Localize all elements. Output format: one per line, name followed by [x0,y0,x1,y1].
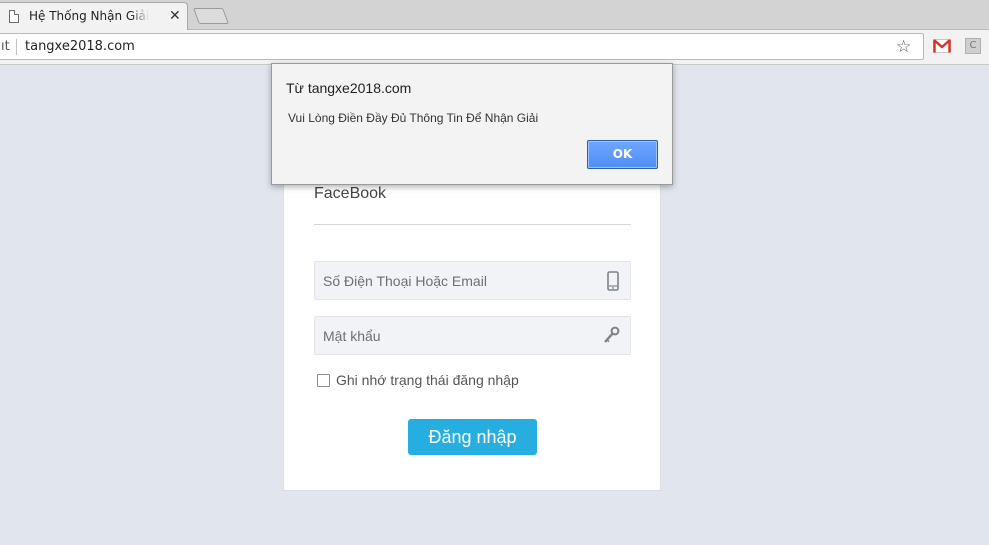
tab-title: Hệ Thống Nhận Giải Thưởng [29,9,149,23]
browser-toolbar: ıt tangxe2018.com ☆ C [0,30,989,65]
page-icon [9,10,19,23]
card-title: FaceBook [314,185,387,202]
mobile-phone-icon [607,271,619,291]
dialog-title: Từ tangxe2018.com [286,80,412,96]
tab-strip: Hệ Thống Nhận Giải Thưởng ✕ [0,0,989,30]
gmail-icon[interactable] [933,39,951,53]
address-prefix: ıt [1,39,10,54]
browser-tab[interactable]: Hệ Thống Nhận Giải Thưởng ✕ [0,2,188,30]
remember-checkbox[interactable] [317,373,330,387]
login-card: FaceBook Ghi nhớ trạng thái đăng nhập Đă… [283,150,661,491]
alert-dialog: Từ tangxe2018.com Vui Lòng Điền Đầy Đủ T… [271,63,673,185]
bookmark-star-icon[interactable]: ☆ [896,37,911,57]
close-tab-icon[interactable]: ✕ [169,7,181,25]
extension-icon[interactable]: C [965,38,981,54]
divider [314,224,631,225]
login-button[interactable]: Đăng nhập [408,419,537,455]
phone-email-input[interactable] [315,262,630,299]
new-tab-button[interactable] [193,8,229,24]
ok-button[interactable]: OK [587,140,658,169]
address-separator [16,39,17,55]
address-bar[interactable]: ıt tangxe2018.com ☆ [0,33,924,60]
phone-email-field[interactable] [314,261,631,300]
remember-me[interactable]: Ghi nhớ trạng thái đăng nhập [317,372,519,388]
dialog-message: Vui Lòng Điền Đầy Đủ Thông Tin Để Nhận G… [288,111,539,125]
key-icon [604,326,620,343]
address-url[interactable]: tangxe2018.com [25,39,135,54]
password-field[interactable] [314,316,631,355]
remember-label: Ghi nhớ trạng thái đăng nhập [336,372,519,388]
password-input[interactable] [315,317,630,354]
